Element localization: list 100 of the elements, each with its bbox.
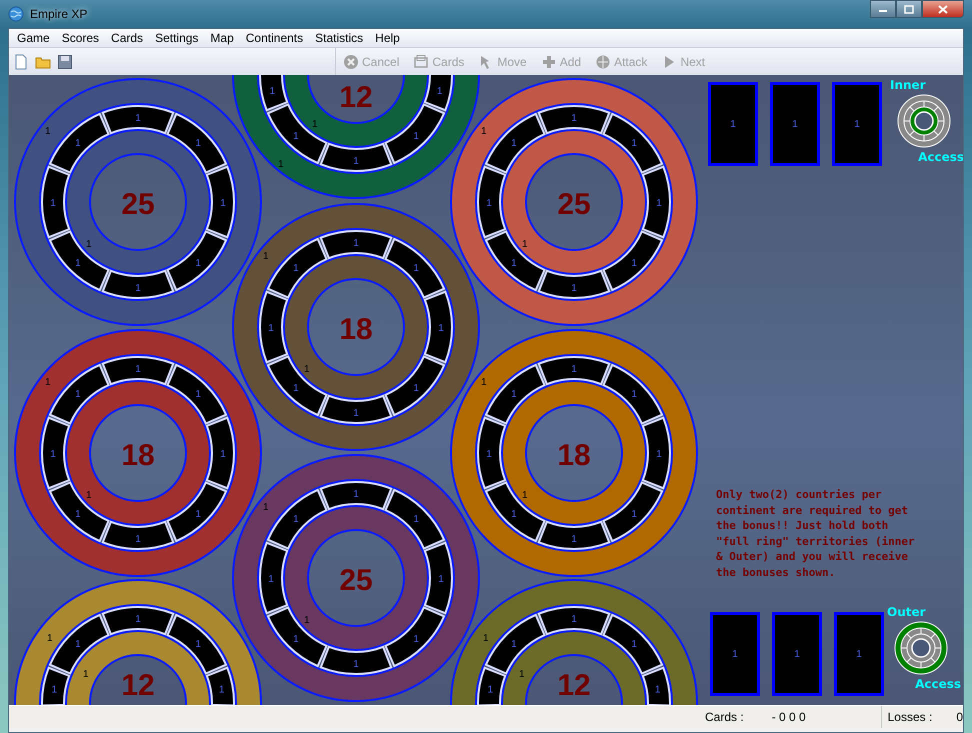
territory-segment[interactable] — [320, 142, 392, 172]
territory-segment[interactable] — [484, 364, 546, 424]
territory-card[interactable]: 1 — [708, 82, 758, 166]
territory-count: 1 — [486, 198, 492, 209]
continent-outer-ring[interactable] — [450, 329, 698, 577]
territory-segment[interactable] — [384, 488, 446, 550]
territory-segment[interactable] — [424, 290, 453, 364]
territory-segment[interactable] — [538, 356, 610, 386]
menu-item[interactable]: Map — [204, 31, 240, 45]
continent-inner-ring[interactable] — [283, 505, 429, 651]
menu-item[interactable]: Settings — [149, 31, 204, 45]
territory-segment[interactable] — [477, 666, 506, 705]
territory-segment[interactable] — [41, 416, 70, 490]
continent-inner-ring[interactable] — [65, 630, 211, 705]
territory-segment[interactable] — [266, 356, 328, 416]
territory-segment[interactable] — [102, 606, 174, 636]
territory-card[interactable]: 1 — [710, 612, 760, 696]
territory-segment[interactable] — [166, 614, 228, 674]
continent-inner-ring[interactable] — [501, 630, 647, 705]
territory-segment[interactable] — [41, 166, 70, 238]
menu-item[interactable]: Scores — [56, 31, 106, 45]
territory-segment[interactable] — [48, 482, 110, 542]
territory-segment[interactable] — [266, 488, 328, 550]
territory-segment[interactable] — [320, 230, 392, 260]
territory-segment[interactable] — [102, 270, 174, 299]
territory-segment[interactable] — [102, 520, 174, 550]
territory-segment[interactable] — [477, 416, 506, 490]
territory-count: 1 — [195, 258, 201, 270]
territory-segment[interactable] — [642, 666, 671, 705]
territory-segment[interactable] — [166, 364, 228, 424]
territory-segment[interactable] — [206, 666, 235, 705]
continent-outer-ring[interactable] — [14, 78, 262, 326]
continent-outer-ring[interactable] — [450, 579, 698, 705]
territory-segment[interactable] — [538, 270, 610, 299]
territory-segment[interactable] — [259, 542, 288, 614]
close-button[interactable] — [922, 0, 964, 18]
territory-segment[interactable] — [320, 394, 392, 424]
territory-segment[interactable] — [266, 606, 328, 668]
menu-item[interactable]: Help — [369, 31, 406, 45]
territory-segment[interactable] — [384, 104, 446, 164]
territory-segment[interactable] — [320, 481, 392, 510]
territory-segment[interactable] — [538, 606, 610, 636]
territory-segment[interactable] — [477, 166, 506, 238]
menu-item[interactable]: Continents — [240, 31, 310, 45]
territory-segment[interactable] — [642, 166, 671, 238]
territory-card[interactable]: 1 — [770, 82, 820, 166]
territory-segment[interactable] — [602, 482, 664, 542]
territory-segment[interactable] — [259, 290, 288, 364]
territory-card[interactable]: 1 — [834, 612, 884, 696]
save-icon[interactable] — [57, 54, 73, 70]
territory-segment[interactable] — [206, 166, 235, 238]
continent-outer-ring[interactable] — [232, 454, 480, 702]
territory-segment[interactable] — [384, 238, 446, 298]
territory-card[interactable]: 1 — [832, 82, 882, 166]
territory-segment[interactable] — [48, 230, 110, 292]
territory-segment[interactable] — [320, 646, 392, 675]
maximize-button[interactable] — [896, 0, 922, 18]
continent-outer-ring[interactable] — [14, 579, 262, 705]
territory-segment[interactable] — [424, 75, 453, 112]
territory-segment[interactable] — [48, 364, 110, 424]
continent-inner-ring[interactable] — [501, 129, 647, 275]
territory-segment[interactable] — [538, 520, 610, 550]
territory-segment[interactable] — [166, 112, 228, 174]
territory-segment[interactable] — [102, 356, 174, 386]
territory-segment[interactable] — [166, 482, 228, 542]
territory-segment[interactable] — [384, 606, 446, 668]
territory-segment[interactable] — [166, 230, 228, 292]
continent-inner-ring[interactable] — [283, 75, 429, 148]
territory-segment[interactable] — [484, 482, 546, 542]
continent-outer-ring[interactable] — [14, 329, 262, 577]
menu-item[interactable]: Cards — [105, 31, 150, 45]
menu-item[interactable]: Game — [11, 31, 56, 45]
continent-inner-ring[interactable] — [65, 380, 211, 526]
territory-card[interactable]: 1 — [772, 612, 822, 696]
continent-outer-ring[interactable] — [232, 203, 480, 451]
territory-segment[interactable] — [48, 112, 110, 174]
territory-segment[interactable] — [41, 666, 70, 705]
territory-count: 1 — [522, 239, 528, 250]
territory-segment[interactable] — [602, 614, 664, 674]
minimize-button[interactable] — [870, 0, 896, 18]
continent-outer-ring[interactable] — [450, 78, 698, 326]
territory-segment[interactable] — [602, 230, 664, 292]
territory-segment[interactable] — [538, 105, 610, 134]
territory-segment[interactable] — [424, 542, 453, 614]
territory-segment[interactable] — [259, 75, 288, 112]
territory-segment[interactable] — [602, 364, 664, 424]
territory-segment[interactable] — [602, 112, 664, 174]
continent-inner-ring[interactable] — [283, 254, 429, 400]
territory-segment[interactable] — [484, 112, 546, 174]
territory-segment[interactable] — [266, 238, 328, 298]
territory-segment[interactable] — [384, 356, 446, 416]
territory-segment[interactable] — [206, 416, 235, 490]
new-file-icon[interactable] — [13, 54, 29, 70]
continent-outer-ring[interactable] — [232, 75, 480, 199]
continent-inner-ring[interactable] — [65, 129, 211, 275]
territory-segment[interactable] — [484, 230, 546, 292]
territory-segment[interactable] — [102, 105, 174, 134]
continent-inner-ring[interactable] — [501, 380, 647, 526]
menu-item[interactable]: Statistics — [309, 31, 370, 45]
territory-segment[interactable] — [642, 416, 671, 490]
